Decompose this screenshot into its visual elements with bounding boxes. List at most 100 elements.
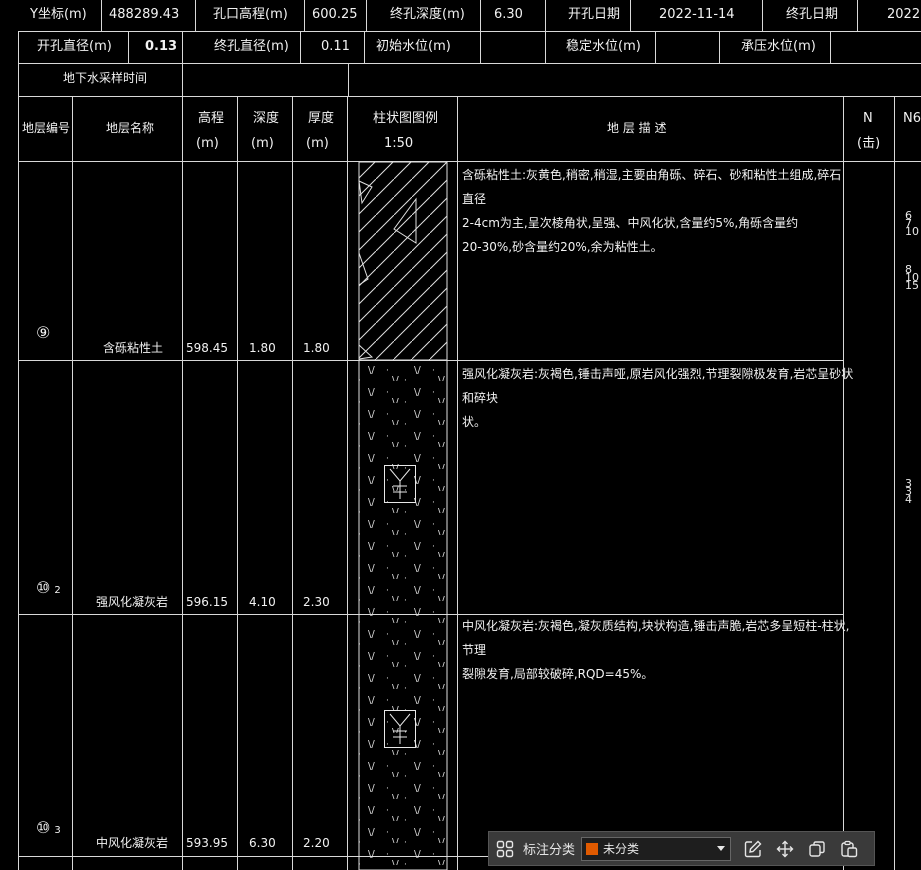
n63-value: 10 — [905, 225, 919, 238]
desc-line: 状。 — [462, 415, 487, 429]
final-depth-label: 终孔深度(m) — [390, 7, 465, 22]
groundwater-time-label: 地下水采样时间 — [63, 71, 148, 85]
grid-line — [18, 161, 921, 162]
end-date-value: 2022 — [887, 7, 921, 22]
desc-line: 含砾粘性土:灰黄色,稍密,稍湿,主要由角砾、碎石、砂和粘性土组成,碎石直径 — [462, 168, 842, 206]
col-thickness-unit: (m) — [306, 136, 329, 151]
grid-line — [128, 31, 129, 63]
col-column-legend: 柱状图图例 — [373, 111, 439, 126]
artesian-water-label: 承压水位(m) — [741, 39, 816, 54]
layer-depth: 6.30 — [249, 836, 276, 850]
stable-water-label: 稳定水位(m) — [566, 39, 641, 54]
grid-line — [101, 0, 102, 31]
layer-thickness: 2.30 — [303, 595, 330, 609]
grid-line — [655, 31, 656, 63]
desc-line: 中风化凝灰岩:灰褐色,凝灰质结构,块状构造,锤击声脆,岩芯多呈短柱-柱状,节理 — [462, 619, 850, 657]
layer-no: ⑩2 — [36, 580, 61, 596]
col-n63: N6 — [903, 111, 921, 126]
edit-button[interactable] — [737, 832, 769, 865]
edit-icon — [744, 840, 762, 857]
grid-line — [719, 31, 720, 63]
n63-value: 4 — [905, 493, 912, 506]
n63-value: 15 — [905, 279, 919, 292]
copy-button[interactable] — [801, 832, 833, 865]
grid-line — [762, 0, 763, 31]
tuff-symbol-glyph — [389, 713, 411, 744]
final-depth-value: 6.30 — [494, 7, 523, 22]
layer-elevation: 593.95 — [186, 836, 228, 850]
end-diameter-label: 终孔直径(m) — [214, 39, 289, 54]
chevron-down-icon — [717, 845, 726, 851]
layer-no-main: ⑩ — [36, 818, 51, 837]
col-n: N — [863, 111, 873, 126]
grid-line — [894, 96, 895, 870]
grid-line — [545, 31, 546, 63]
n63-mark-group: 3 3 4 — [905, 478, 912, 506]
strata-fill-clay — [358, 161, 448, 361]
grid-line — [830, 31, 831, 63]
grid-line — [348, 63, 349, 96]
grid-line — [18, 31, 921, 32]
grid-line — [18, 63, 921, 64]
strata-fill-tuff — [358, 359, 448, 870]
category-select[interactable]: 未分类 — [581, 836, 732, 861]
grid-line — [237, 96, 238, 870]
layer-no-sub: 2 — [54, 585, 61, 596]
grid-line — [300, 31, 301, 63]
grid-line — [366, 0, 367, 31]
layer-no-main: ⑩ — [36, 578, 51, 597]
col-layer-no: 地层编号 — [22, 121, 71, 135]
layer-no: ⑩3 — [36, 820, 61, 836]
col-elevation-unit: (m) — [196, 136, 219, 151]
col-thickness: 厚度 — [308, 111, 335, 126]
grid-line — [480, 31, 481, 63]
grid-line — [347, 96, 348, 870]
start-diameter-value: 0.13 — [145, 39, 178, 54]
grid-line — [857, 0, 858, 31]
desc-line: 20-30%,砂含量约20%,余为粘性土。 — [462, 240, 663, 254]
category-color-swatch — [586, 842, 599, 855]
copy-icon — [809, 840, 825, 857]
start-date-value: 2022-11-14 — [659, 7, 735, 22]
col-elevation: 高程 — [198, 111, 225, 126]
group-icon — [496, 840, 514, 857]
grid-line — [195, 0, 196, 31]
layer-name: 含砾粘性土 — [103, 341, 164, 355]
layer-description: 含砾粘性土:灰黄色,稍密,稍湿,主要由角砾、碎石、砂和粘性土组成,碎石直径 2-… — [462, 163, 842, 259]
y-coord-value: 488289.43 — [109, 7, 180, 22]
grid-line — [630, 0, 631, 31]
layer-description: 强风化凝灰岩:灰褐色,锤击声哑,原岩风化强烈,节理裂隙极发育,岩芯呈砂状和碎块 … — [462, 362, 854, 434]
col-depth: 深度 — [253, 111, 280, 126]
category-selected-value: 未分类 — [603, 842, 640, 856]
layer-depth: 1.80 — [249, 341, 276, 355]
grid-line — [364, 31, 365, 63]
group-button[interactable] — [489, 832, 521, 865]
cad-drawing-canvas[interactable]: Y坐标(m) 488289.43 孔口高程(m) 600.25 终孔深度(m) … — [0, 0, 921, 870]
grid-line — [480, 0, 481, 31]
tuff-symbol-glyph — [389, 468, 411, 499]
start-diameter-label: 开孔直径(m) — [37, 39, 112, 54]
paste-button[interactable] — [833, 832, 865, 865]
move-button[interactable] — [769, 832, 801, 865]
annotation-toolbar: 标注分类 未分类 — [488, 831, 875, 866]
start-date-label: 开孔日期 — [568, 7, 621, 22]
col-n-unit: (击) — [857, 136, 881, 151]
move-icon — [776, 840, 794, 857]
layer-name: 强风化凝灰岩 — [96, 595, 169, 609]
n63-mark-group: 8 10 15 — [905, 264, 919, 292]
layer-no-sub: 3 — [54, 825, 61, 836]
desc-line: 强风化凝灰岩:灰褐色,锤击声哑,原岩风化强烈,节理裂隙极发育,岩芯呈砂状和碎块 — [462, 367, 854, 405]
layer-elevation: 596.15 — [186, 595, 228, 609]
grid-line — [843, 96, 844, 870]
n63-mark-group: 6 7 10 — [905, 210, 919, 238]
grid-line — [72, 96, 73, 870]
y-coord-label: Y坐标(m) — [30, 7, 87, 22]
grid-line — [292, 96, 293, 870]
strata-column-graphic: \/ · · \/ — [358, 161, 448, 870]
grid-line — [457, 96, 458, 870]
layer-thickness: 2.20 — [303, 836, 330, 850]
grid-line — [182, 96, 183, 870]
col-layer-name: 地层名称 — [106, 121, 155, 135]
layer-depth: 4.10 — [249, 595, 276, 609]
collar-elev-label: 孔口高程(m) — [213, 7, 288, 22]
